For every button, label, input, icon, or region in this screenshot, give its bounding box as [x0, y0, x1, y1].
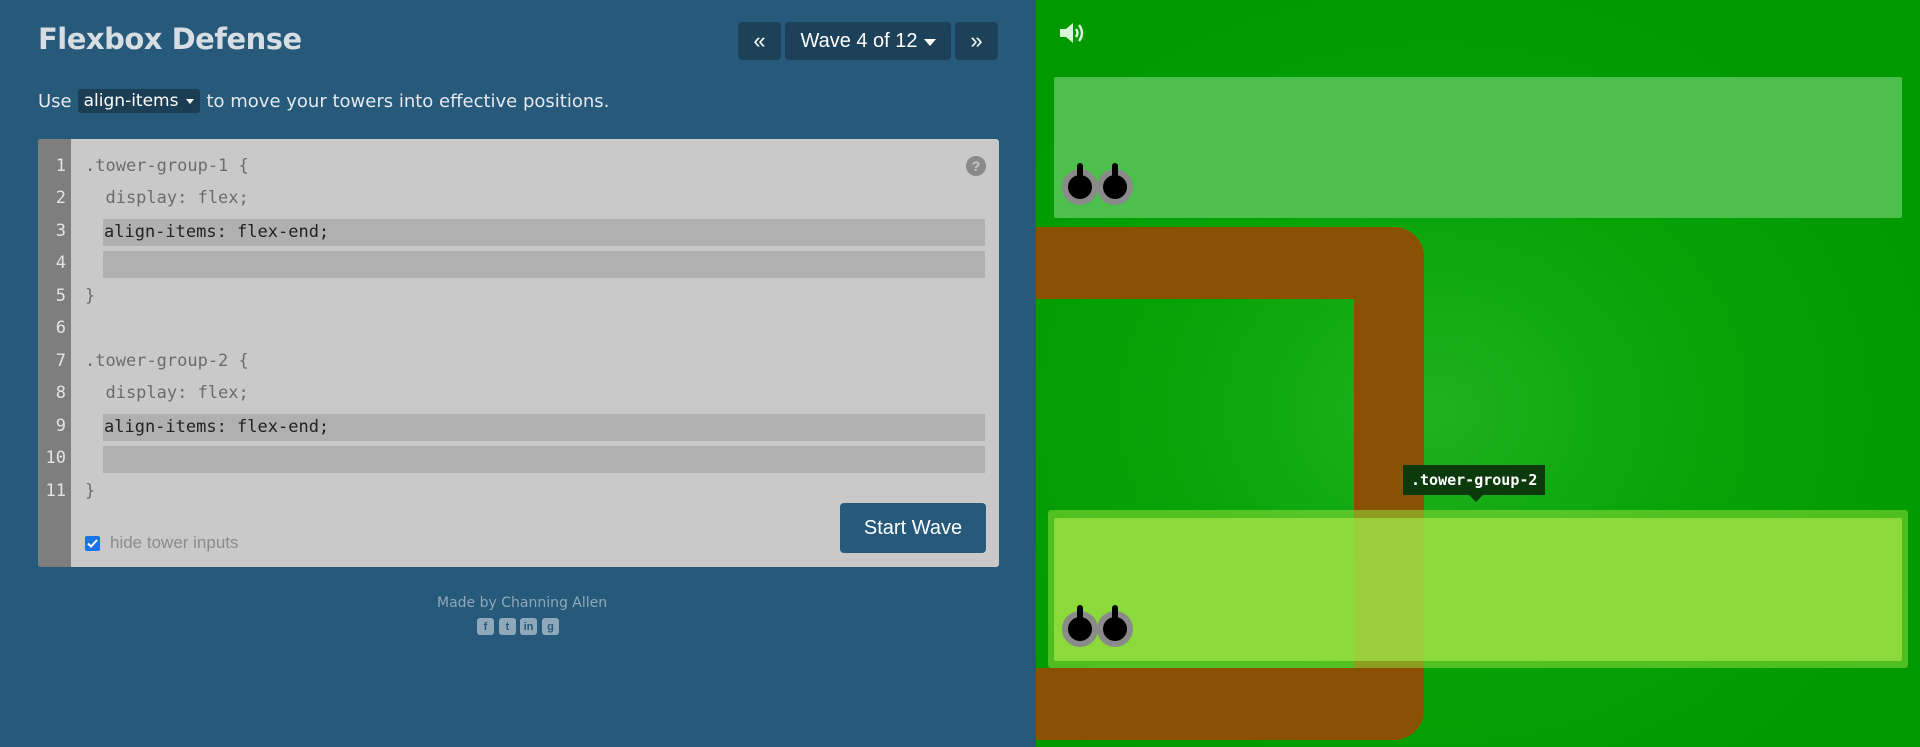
line-number: 9	[55, 416, 66, 436]
css-input-group-2-line-1[interactable]: align-items: flex-end;	[103, 414, 985, 441]
wave-selector[interactable]: Wave 4 of 12	[785, 22, 951, 60]
line-number-gutter: 1 2 3 4 5 6 7 8 9 10 11	[38, 139, 71, 567]
prev-level-button[interactable]: «	[738, 22, 781, 60]
tower-group-2	[1054, 518, 1902, 661]
twitter-icon[interactable]: t	[499, 618, 516, 635]
credit-text: Made by Channing Allen	[437, 595, 608, 611]
tower-icon	[1097, 605, 1133, 647]
css-input-group-2-line-2[interactable]	[103, 446, 985, 473]
instructions-suffix: to move your towers into effective posit…	[206, 90, 610, 112]
code-line: display: flex;	[85, 188, 249, 208]
property-dropdown[interactable]: align-items	[77, 89, 201, 113]
wave-label: Wave 4 of 12	[800, 29, 918, 52]
hide-tower-inputs-label: hide tower inputs	[110, 533, 239, 552]
instructions-prefix: Use	[38, 90, 72, 112]
property-label: align-items	[83, 91, 179, 111]
tower-icon	[1062, 605, 1098, 647]
next-level-button[interactable]: »	[955, 22, 998, 60]
line-number: 7	[55, 351, 66, 371]
tower-group-1	[1054, 77, 1902, 218]
github-icon[interactable]: g	[542, 618, 559, 635]
tower-group-tooltip: .tower-group-2	[1403, 465, 1546, 495]
help-icon[interactable]: ?	[966, 156, 986, 176]
line-number: 11	[45, 481, 66, 501]
code-editor: 1 2 3 4 5 6 7 8 9 10 11 .tower-group-1 {…	[38, 139, 999, 567]
enemy-path	[1036, 668, 1424, 740]
tower-icon	[1097, 163, 1133, 205]
code-panel: Flexbox Defense « Wave 4 of 12 » Use ali…	[0, 0, 1036, 747]
line-number: 10	[45, 448, 66, 468]
caret-down-icon	[923, 38, 936, 46]
checkbox[interactable]	[85, 535, 100, 551]
code-line: }	[85, 286, 96, 306]
tower-icon	[1062, 163, 1098, 205]
line-number: 5	[55, 286, 66, 306]
css-input-group-1-line-2[interactable]	[103, 251, 985, 278]
sound-icon[interactable]	[1058, 20, 1086, 46]
line-number: 1	[55, 156, 66, 176]
start-wave-button[interactable]: Start Wave	[840, 503, 986, 553]
line-number: 6	[55, 318, 66, 338]
code-line: }	[85, 481, 96, 501]
linkedin-icon[interactable]: in	[520, 618, 537, 635]
code-line: display: flex;	[85, 383, 249, 403]
code-line: .tower-group-1 {	[85, 156, 249, 176]
code-line: .tower-group-2 {	[85, 351, 249, 371]
line-number: 3	[55, 221, 66, 241]
game-board: .tower-group-2	[1036, 0, 1920, 747]
line-number: 8	[55, 383, 66, 403]
facebook-icon[interactable]: f	[477, 618, 494, 635]
hide-tower-inputs-toggle[interactable]: hide tower inputs	[85, 533, 239, 553]
css-input-group-1-line-1[interactable]: align-items: flex-end;	[103, 219, 985, 246]
caret-down-icon	[186, 98, 195, 104]
tooltip-arrow	[1468, 494, 1484, 502]
page-title: Flexbox Defense	[38, 22, 302, 56]
instructions: Use align-items to move your towers into…	[38, 88, 609, 114]
line-number: 4	[55, 253, 66, 273]
line-number: 2	[55, 188, 66, 208]
